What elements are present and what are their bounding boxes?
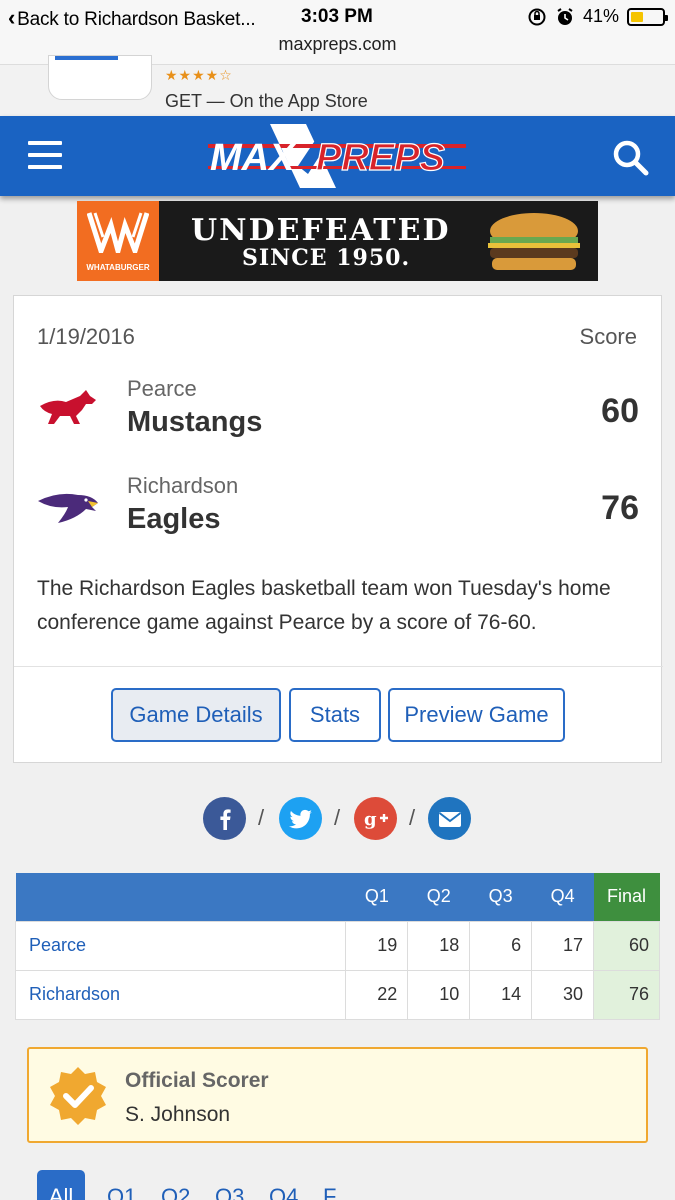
tab-final[interactable]: F — [323, 1170, 336, 1200]
score-header: Score — [579, 324, 637, 349]
app-store-banner[interactable]: ★★★★☆ GET — On the App Store — [0, 55, 675, 116]
divider — [14, 666, 663, 667]
q1-score: 22 — [345, 969, 409, 1020]
back-to-app-link[interactable]: ‹ Back to Richardson Basket... — [8, 5, 256, 31]
separator: / — [258, 805, 265, 830]
ad-subheadline: SINCE 1950. — [242, 245, 411, 271]
facebook-icon[interactable] — [203, 797, 246, 840]
ad-headline: UNDEFEATED — [191, 213, 451, 248]
header-q1: Q1 — [345, 873, 408, 921]
home-team-score: 76 — [601, 489, 639, 527]
away-team-city: Pearce — [127, 376, 197, 401]
away-team-score: 60 — [601, 392, 639, 430]
game-summary: The Richardson Eagles basketball team wo… — [37, 577, 611, 634]
q4-score: 17 — [531, 920, 595, 971]
battery-icon — [627, 7, 668, 26]
status-bar: ‹ Back to Richardson Basket... 3:03 PM 41… — [0, 0, 675, 34]
tab-q2[interactable]: Q2 — [161, 1170, 190, 1200]
game-details-button[interactable]: Game Details — [111, 688, 281, 742]
back-label: Back to Richardson Basket... — [17, 9, 256, 30]
home-team-name: Eagles — [127, 503, 221, 535]
w-logo-icon — [87, 212, 149, 253]
tab-q4[interactable]: Q4 — [269, 1170, 298, 1200]
social-share-bar: / / g / — [0, 797, 675, 841]
q2-score: 10 — [407, 969, 471, 1020]
official-scorer-box: Official Scorer S. Johnson — [27, 1047, 648, 1143]
q2-score: 18 — [407, 920, 471, 971]
svg-text:g: g — [364, 809, 377, 829]
header-final: Final — [593, 873, 660, 921]
official-scorer-label: Official Scorer — [125, 1069, 269, 1092]
hamburger-menu-icon[interactable] — [28, 141, 62, 171]
table-row: Richardson 22 10 14 30 76 — [14, 969, 660, 1020]
tab-q3[interactable]: Q3 — [215, 1170, 244, 1200]
url-text: maxpreps.com — [278, 34, 397, 54]
whataburger-logo: WHATABURGER — [77, 201, 159, 281]
box-score-header: Q1 Q2 Q3 Q4 Final — [15, 873, 660, 921]
q4-score: 30 — [531, 969, 595, 1020]
team-link[interactable]: Richardson — [14, 969, 347, 1020]
twitter-icon[interactable] — [279, 797, 322, 840]
header-q3: Q3 — [469, 873, 532, 921]
official-scorer-name: S. Johnson — [125, 1103, 231, 1126]
app-icon — [48, 55, 152, 100]
home-team-city: Richardson — [127, 473, 239, 498]
maxpreps-logo[interactable]: MAX PREPS — [208, 122, 468, 190]
get-app-label[interactable]: GET — On the App Store — [165, 91, 368, 112]
battery-percent: 41% — [582, 6, 619, 26]
logo-text-preps: PREPS — [316, 137, 445, 179]
tab-q1[interactable]: Q1 — [107, 1170, 136, 1200]
q1-score: 19 — [345, 920, 409, 971]
team-link[interactable]: Pearce — [14, 920, 347, 971]
header-team — [15, 873, 346, 921]
email-icon[interactable] — [428, 797, 471, 840]
stats-button[interactable]: Stats — [289, 688, 381, 742]
preview-game-button[interactable]: Preview Game — [388, 688, 565, 742]
header-q4: Q4 — [531, 873, 594, 921]
header-q2: Q2 — [407, 873, 470, 921]
team-row-home[interactable]: Richardson Eagles 76 — [14, 473, 663, 553]
final-score: 76 — [593, 969, 660, 1020]
burger-icon — [488, 213, 580, 270]
separator: / — [334, 805, 341, 830]
away-team-name: Mustangs — [127, 406, 263, 438]
alarm-icon — [557, 7, 573, 25]
box-score-table: Q1 Q2 Q3 Q4 Final Pearce 19 18 6 17 60 R… — [14, 873, 660, 1020]
verified-badge-icon — [50, 1067, 106, 1125]
tab-all[interactable]: All — [37, 1170, 85, 1200]
search-icon[interactable] — [611, 138, 651, 178]
separator: / — [409, 805, 416, 830]
orientation-lock-icon — [528, 8, 546, 25]
google-plus-icon[interactable]: g — [354, 797, 397, 840]
game-date: 1/19/2016 — [37, 324, 135, 349]
table-row: Pearce 19 18 6 17 60 — [14, 920, 660, 971]
advertisement-banner[interactable]: WHATABURGER UNDEFEATED SINCE 1950. — [77, 201, 598, 281]
ad-brand: WHATABURGER — [86, 263, 150, 272]
final-score: 60 — [593, 920, 660, 971]
rating-stars: ★★★★☆ — [165, 67, 233, 83]
logo-text-max: MAX — [210, 137, 297, 179]
q3-score: 14 — [469, 969, 533, 1020]
chevron-left-icon: ‹ — [8, 5, 16, 30]
eagle-logo-icon — [38, 493, 98, 523]
q3-score: 6 — [469, 920, 533, 971]
game-score-card: 1/19/2016 Score Pearce Mustangs 60 Richa… — [13, 295, 663, 763]
team-row-away[interactable]: Pearce Mustangs 60 — [14, 376, 663, 456]
clock: 3:03 PM — [301, 6, 373, 27]
status-indicators: 41% — [527, 6, 668, 27]
mustang-logo-icon — [40, 390, 96, 424]
site-header: MAX PREPS — [0, 116, 675, 196]
